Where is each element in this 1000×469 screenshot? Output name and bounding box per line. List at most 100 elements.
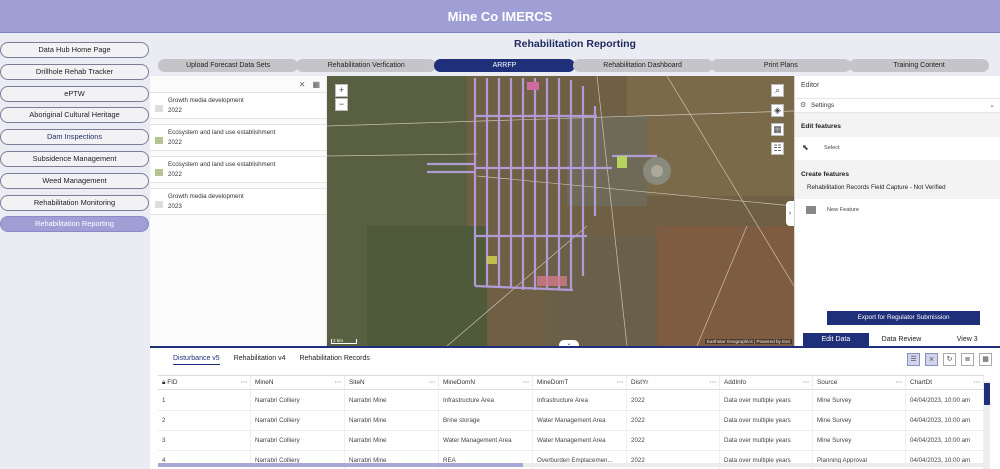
gear-icon: ⚙ [800, 102, 807, 109]
column-header[interactable]: SiteN ⋯ [345, 376, 439, 389]
more-icon: ⋯ [240, 379, 247, 386]
nav-item-eptw[interactable]: ePTW [0, 85, 149, 102]
feature-title: Ecosystem and land use establishment [168, 161, 276, 168]
satellite-imagery [327, 76, 794, 346]
scale-bar: 2 km [331, 338, 357, 344]
table-row[interactable]: 2 Narrabri Colliery Narrabri Mine Brine sto… [158, 411, 984, 431]
feature-swatch-icon [155, 105, 163, 112]
edit-features-heading: Edit features [795, 113, 1000, 137]
new-feature-template[interactable]: New Feature [795, 199, 1000, 221]
chevron-down-icon: ⌄ [989, 102, 995, 109]
left-nav: Data Hub Home Page Drillhole Rehab Track… [0, 42, 150, 238]
column-header[interactable]: 🔒︎ FID ⋯ [158, 376, 251, 389]
column-header[interactable]: MineDomT ⋯ [533, 376, 627, 389]
clear-selection-icon[interactable]: ⨯ [299, 80, 306, 89]
scroll-thumb[interactable] [158, 463, 523, 467]
table-header: 🔒︎ FID ⋯ MineN ⋯ SiteN ⋯ MineDomN ⋯ MineDomT… [158, 375, 984, 390]
more-icon: ⋯ [895, 379, 902, 386]
tab-training-content[interactable]: Training Content [848, 59, 990, 72]
editor-panel: Editor ⚙ Settings ⌄ Edit features ⬉ Sele… [794, 76, 1000, 346]
column-header[interactable]: ChartDt ⋯ [906, 376, 984, 389]
options-icon[interactable]: ≣ [961, 353, 974, 366]
more-icon: ⋯ [428, 379, 435, 386]
nav-item-drillhole[interactable]: Drillhole Rehab Tracker [0, 63, 149, 80]
more-icon: ⋯ [709, 379, 716, 386]
feature-year: 2023 [168, 203, 182, 210]
table-horizontal-scrollbar[interactable] [158, 463, 984, 467]
table-toolbar: ☰ ⨯ ↻ ≣ ▦ [907, 353, 992, 366]
nav-item-data-hub[interactable]: Data Hub Home Page [0, 42, 149, 58]
basemap-gallery-icon[interactable]: ▦ [771, 123, 784, 136]
tab-rehab-verification[interactable]: Rehabilitation Verfication [296, 59, 437, 72]
tab-disturbance[interactable]: Disturbance v5 [173, 355, 220, 365]
cursor-icon: ⬉ [802, 143, 809, 152]
feature-swatch-icon [155, 169, 163, 176]
table-row[interactable]: 1 Narrabri Colliery Narrabri Mine Infrastru… [158, 391, 984, 411]
feature-year: 2022 [168, 171, 182, 178]
app-title: Mine Co IMERCS [447, 8, 553, 24]
tab-arrfp[interactable]: ARRFP [434, 59, 575, 72]
more-icon: ⋯ [802, 379, 809, 386]
feature-card[interactable]: Ecosystem and land use establishment 202… [150, 124, 326, 151]
map-attribution: Earthstar Geographics | Powered by Esri [704, 339, 792, 344]
nav-item-weed[interactable]: Weed Management [0, 172, 149, 189]
tab-upload-forecast[interactable]: Upload Forecast Data Sets [158, 59, 299, 72]
nav-item-rehab-reporting[interactable]: Rehabilitation Reporting [0, 216, 149, 233]
more-icon: ⋯ [522, 379, 529, 386]
column-header[interactable]: DistYr ⋯ [627, 376, 720, 389]
feature-list-toolbar: ⨯ ▦ [150, 76, 326, 92]
create-features-label: Create features [801, 171, 850, 178]
more-icon: ⋯ [616, 379, 623, 386]
nav-item-subsidence[interactable]: Subsidence Management [0, 150, 149, 167]
tab-rehab-dashboard[interactable]: Rehabilitation Dashboard [572, 59, 713, 72]
column-header[interactable]: MineDomN ⋯ [439, 376, 533, 389]
map-view[interactable]: + − ⌕ ◈ ▦ ☷ 2 km Earthstar Geographics |… [327, 76, 794, 346]
tab-print-plans[interactable]: Print Plans [710, 59, 851, 72]
new-feature-label: New Feature [827, 207, 860, 213]
column-header[interactable]: MineN ⋯ [251, 376, 345, 389]
more-icon: ⋯ [334, 379, 341, 386]
feature-swatch-icon [155, 137, 163, 144]
editor-title: Editor [801, 82, 820, 89]
scroll-thumb[interactable] [984, 383, 990, 405]
chevron-right-icon[interactable]: › [786, 201, 794, 226]
page-title: Rehabilitation Reporting [514, 38, 636, 50]
layers-icon[interactable]: ◈ [771, 104, 784, 117]
column-header[interactable]: Source ⋯ [813, 376, 906, 389]
tab-data-review[interactable]: Data Review [869, 333, 935, 346]
grid-view-icon[interactable]: ▦ [312, 80, 320, 89]
editor-settings[interactable]: ⚙ Settings ⌄ [795, 98, 1000, 113]
nav-item-dam-inspections[interactable]: Dam Inspections [0, 129, 149, 146]
settings-label: Settings [811, 102, 835, 109]
nav-item-rehab-monitoring[interactable]: Rehabilitation Monitoring [0, 194, 149, 211]
polygon-icon [806, 206, 816, 214]
table-vertical-scrollbar[interactable] [984, 381, 990, 469]
edit-tools-icon[interactable]: ☷ [771, 142, 784, 155]
zoom-out-button[interactable]: − [335, 98, 348, 111]
select-tool[interactable]: ⬉ Select [795, 137, 1000, 159]
feature-card[interactable]: Ecosystem and land use establishment 202… [150, 156, 326, 183]
grid-view-icon[interactable]: ▦ [979, 353, 992, 366]
tab-view-3[interactable]: View 3 [934, 333, 1000, 346]
editor-view-tabs: Edit Data Data Review View 3 [803, 333, 1000, 346]
clear-selection-icon[interactable]: ⨯ [925, 353, 938, 366]
search-icon[interactable]: ⌕ [771, 84, 784, 97]
tab-rehabilitation-records[interactable]: Rehabilitation Records [299, 355, 369, 365]
export-button[interactable]: Export for Regulator Submission [827, 311, 980, 325]
tab-edit-data[interactable]: Edit Data [803, 333, 869, 346]
refresh-icon[interactable]: ↻ [943, 353, 956, 366]
tab-rehabilitation[interactable]: Rehabilitation v4 [234, 355, 286, 365]
zoom-in-button[interactable]: + [335, 84, 348, 97]
feature-card[interactable]: Growth media development 2023 [150, 188, 326, 215]
feature-year: 2022 [168, 107, 182, 114]
feature-title: Growth media development [168, 193, 244, 200]
feature-card[interactable]: Growth media development 2022 [150, 92, 326, 119]
show-selection-icon[interactable]: ☰ [907, 353, 920, 366]
table-row[interactable]: 3 Narrabri Colliery Narrabri Mine Water Man… [158, 431, 984, 451]
table-tabs: Disturbance v5 Rehabilitation v4 Rehabil… [173, 355, 370, 365]
select-label: Select [824, 145, 840, 151]
nav-item-heritage[interactable]: Aboriginal Cultural Heritage [0, 107, 149, 124]
attribute-table-panel: Disturbance v5 Rehabilitation v4 Rehabil… [150, 346, 1000, 469]
feature-title: Ecosystem and land use establishment [168, 129, 276, 136]
column-header[interactable]: AddInfo ⋯ [720, 376, 813, 389]
